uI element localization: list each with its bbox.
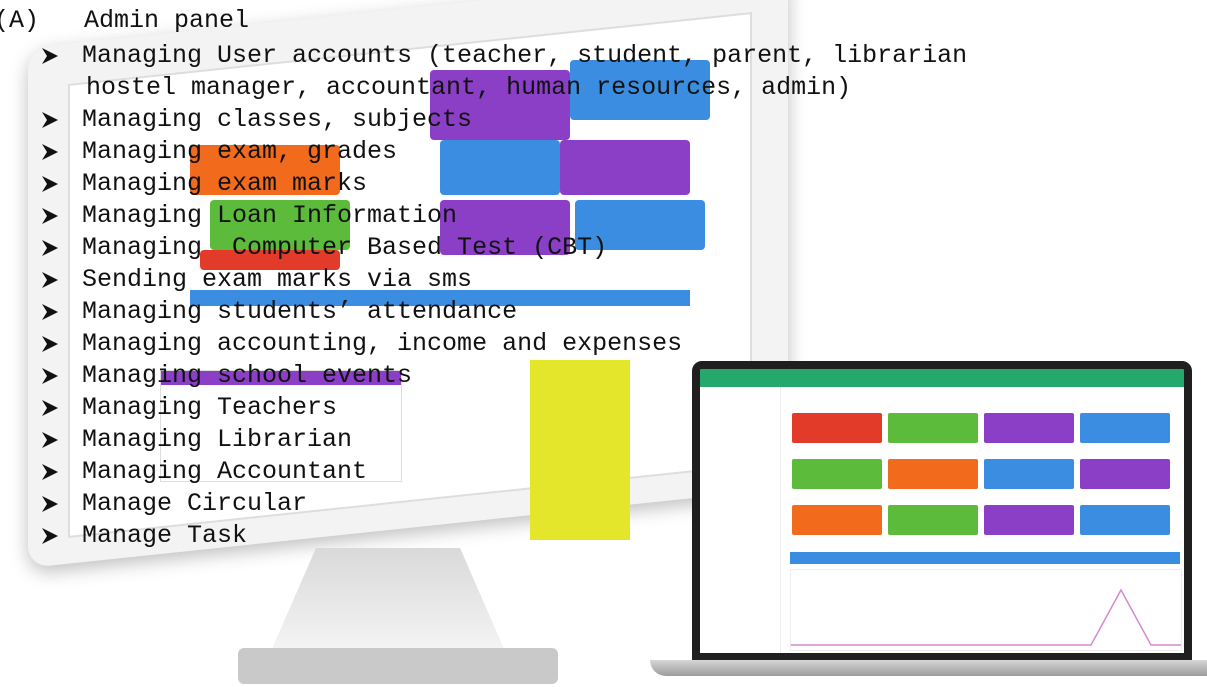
list-item-text: Managing exam marks — [82, 169, 368, 198]
list-item: Managing school events — [40, 360, 412, 392]
list-item: Sending exam marks via sms — [40, 264, 472, 296]
list-item-text: Managing exam, grades — [82, 137, 398, 166]
arrow-bullet-icon — [40, 238, 60, 258]
arrow-bullet-icon — [40, 526, 60, 546]
arrow-bullet-icon — [40, 270, 60, 290]
list-item: Managing Accountant — [40, 456, 367, 488]
list-item-text: Manage Task — [82, 521, 248, 550]
arrow-bullet-icon — [40, 302, 60, 322]
arrow-bullet-icon — [40, 334, 60, 354]
section-label: (A) — [0, 6, 40, 35]
list-item-text: Managing classes, subjects — [82, 105, 473, 134]
list-item-text: Sending exam marks via sms — [82, 265, 473, 294]
arrow-bullet-icon — [40, 110, 60, 130]
section-heading: (A) Admin panel — [0, 5, 249, 37]
arrow-bullet-icon — [40, 142, 60, 162]
list-item-text: Managing Computer Based Test (CBT) — [82, 233, 608, 262]
arrow-bullet-icon — [40, 398, 60, 418]
list-item-text: Managing accounting, income and expenses — [82, 329, 683, 358]
list-item-continuation: hostel manager, accountant, human resour… — [86, 73, 852, 102]
list-item: Managing Librarian — [40, 424, 352, 456]
admin-panel-document: (A) Admin panel Managing User accounts (… — [0, 0, 1207, 687]
list-item: Managing Loan Information — [40, 200, 457, 232]
list-item-text: Managing Librarian — [82, 425, 353, 454]
arrow-bullet-icon — [40, 462, 60, 482]
arrow-bullet-icon — [40, 206, 60, 226]
list-item: Managing Computer Based Test (CBT) — [40, 232, 607, 264]
list-item: Managing classes, subjects — [40, 104, 472, 136]
arrow-bullet-icon — [40, 174, 60, 194]
list-item-text: Managing school events — [82, 361, 413, 390]
arrow-bullet-icon — [40, 46, 60, 66]
list-item-text: Managing Teachers — [82, 393, 338, 422]
list-item-text: Managing students’ attendance — [82, 297, 518, 326]
list-item: Managing exam, grades — [40, 136, 397, 168]
section-title: Admin panel — [84, 6, 250, 35]
list-item-text: Managing User accounts (teacher, student… — [82, 41, 968, 70]
list-item: Managing students’ attendance — [40, 296, 517, 328]
list-item: Manage Circular — [40, 488, 307, 520]
list-item: Manage Task — [40, 520, 247, 552]
list-item-text: Managing Loan Information — [82, 201, 458, 230]
arrow-bullet-icon — [40, 366, 60, 386]
list-item-text: Managing Accountant — [82, 457, 368, 486]
list-item: Managing Teachers — [40, 392, 337, 424]
list-item: Managing accounting, income and expenses — [40, 328, 682, 360]
list-item: Managing User accounts (teacher, student… — [40, 40, 967, 72]
arrow-bullet-icon — [40, 494, 60, 514]
arrow-bullet-icon — [40, 430, 60, 450]
list-item-text: Manage Circular — [82, 489, 308, 518]
list-item: Managing exam marks — [40, 168, 367, 200]
